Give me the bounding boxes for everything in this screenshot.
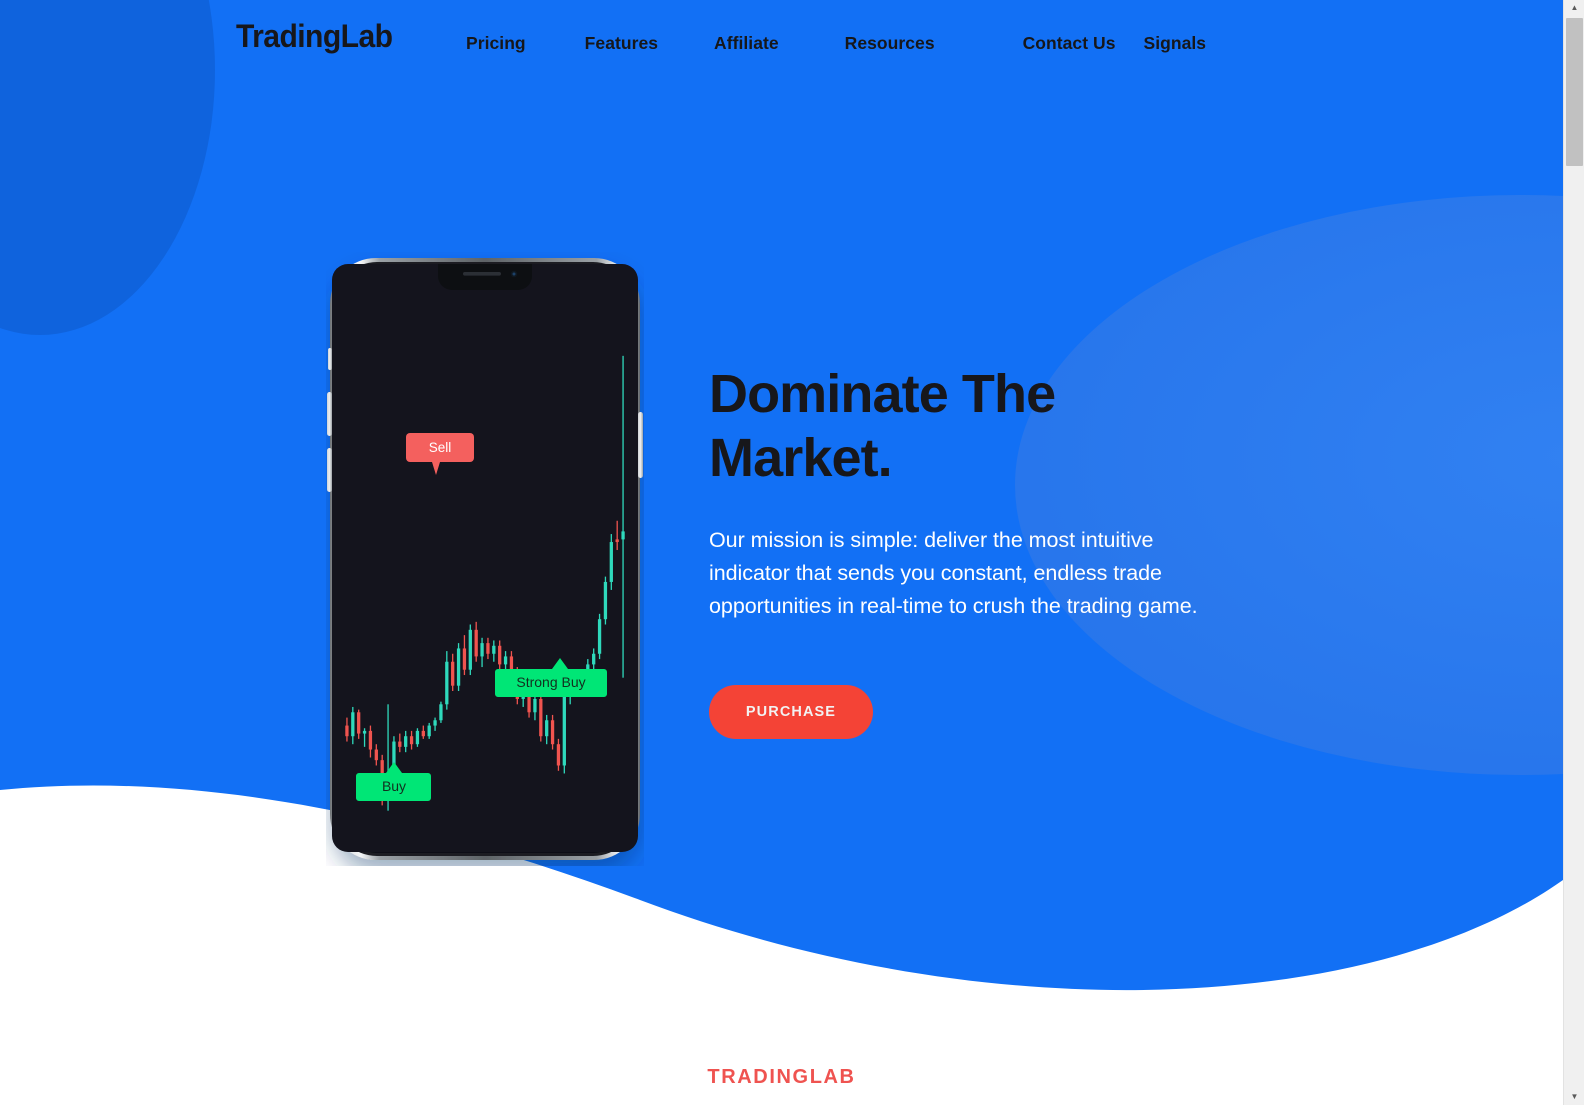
nav-item-affiliate[interactable]: Affiliate — [714, 33, 779, 54]
candle-body — [533, 698, 537, 713]
candle-body — [445, 661, 449, 705]
candle-body — [462, 648, 467, 670]
candle-body — [492, 645, 496, 654]
candle-body — [592, 653, 596, 665]
hero-title-line-2: Market. — [709, 428, 893, 488]
nav-item-contact-us[interactable]: Contact Us — [1023, 33, 1116, 54]
candle-body — [357, 712, 361, 734]
phone-volume-down-button — [327, 448, 332, 492]
candle-body — [550, 720, 555, 745]
signal-label-strong-buy-text: Strong Buy — [516, 674, 585, 690]
candle-body — [556, 744, 561, 766]
site-logo[interactable]: TradingLab — [236, 18, 393, 55]
candle-body — [404, 736, 408, 747]
chart-background — [332, 264, 638, 852]
phone-speaker-grille — [463, 272, 501, 276]
candle-body — [468, 629, 472, 670]
candle-body — [498, 645, 502, 665]
candle-wick — [622, 355, 624, 678]
candle-body — [368, 730, 373, 750]
candle-body — [456, 648, 461, 686]
candle-body — [562, 696, 566, 766]
phone-mockup: Sell Strong Buy Buy — [326, 252, 644, 866]
phone-mockup-svg: Sell Strong Buy Buy — [327, 258, 643, 860]
phone-power-button — [638, 412, 643, 478]
candle-body — [345, 725, 349, 737]
phone-screen — [332, 264, 638, 852]
candle-body — [415, 730, 420, 745]
page-title: Dominate The Market. — [709, 362, 1059, 490]
vertical-scrollbar[interactable]: ▲ ▼ — [1563, 0, 1584, 1105]
signal-label-sell-text: Sell — [429, 440, 452, 455]
candle-body — [486, 643, 490, 654]
nav-item-pricing[interactable]: Pricing — [466, 33, 526, 54]
scrollbar-thumb[interactable] — [1566, 18, 1583, 166]
browser-viewport: TradingLab Pricing Features Affiliate Re… — [0, 0, 1584, 1105]
nav-item-resources[interactable]: Resources — [845, 33, 935, 54]
candle-body — [597, 619, 602, 654]
candle-body — [374, 749, 378, 761]
candle-body — [409, 736, 414, 745]
hero-title-line-1: Dominate The — [709, 364, 1056, 424]
candle-body — [603, 581, 608, 620]
footer-wordmark: TRADINGLAB — [707, 1066, 856, 1088]
candle-body — [474, 629, 478, 657]
candle-body — [398, 741, 402, 747]
candle-body — [480, 643, 484, 657]
page-canvas: TradingLab Pricing Features Affiliate Re… — [0, 0, 1563, 1105]
candle-body — [609, 542, 613, 582]
candle-body — [539, 698, 543, 737]
candle-wick — [616, 520, 618, 551]
candle-body — [615, 539, 619, 543]
nav-item-features[interactable]: Features — [585, 33, 658, 54]
phone-volume-up-button — [327, 392, 332, 436]
hero-subtitle: Our mission is simple: deliver the most … — [709, 528, 1198, 618]
candle-body — [439, 704, 443, 721]
scrollbar-down-arrow-icon[interactable]: ▼ — [1564, 1089, 1584, 1105]
phone-notch — [438, 264, 532, 290]
phone-silent-switch — [328, 348, 332, 370]
hero-copy-block: Dominate The Market. Our mission is simpl… — [709, 362, 1229, 623]
candle-body — [433, 720, 437, 726]
signal-label-buy-text: Buy — [382, 778, 406, 794]
candle-body — [351, 712, 355, 737]
nav-links-list: Pricing Features Affiliate Resources Con… — [466, 33, 1206, 54]
candle-body — [451, 661, 455, 686]
scrollbar-up-arrow-icon[interactable]: ▲ — [1564, 0, 1584, 16]
candle-body — [503, 656, 508, 665]
candle-body — [421, 730, 425, 737]
candle-body — [427, 725, 431, 737]
top-navigation: TradingLab Pricing Features Affiliate Re… — [0, 0, 1563, 88]
nav-item-signals[interactable]: Signals — [1143, 33, 1206, 54]
candle-body — [621, 531, 625, 540]
candle-body — [362, 730, 367, 734]
purchase-button[interactable]: PURCHASE — [709, 685, 873, 739]
candle-body — [545, 720, 549, 737]
